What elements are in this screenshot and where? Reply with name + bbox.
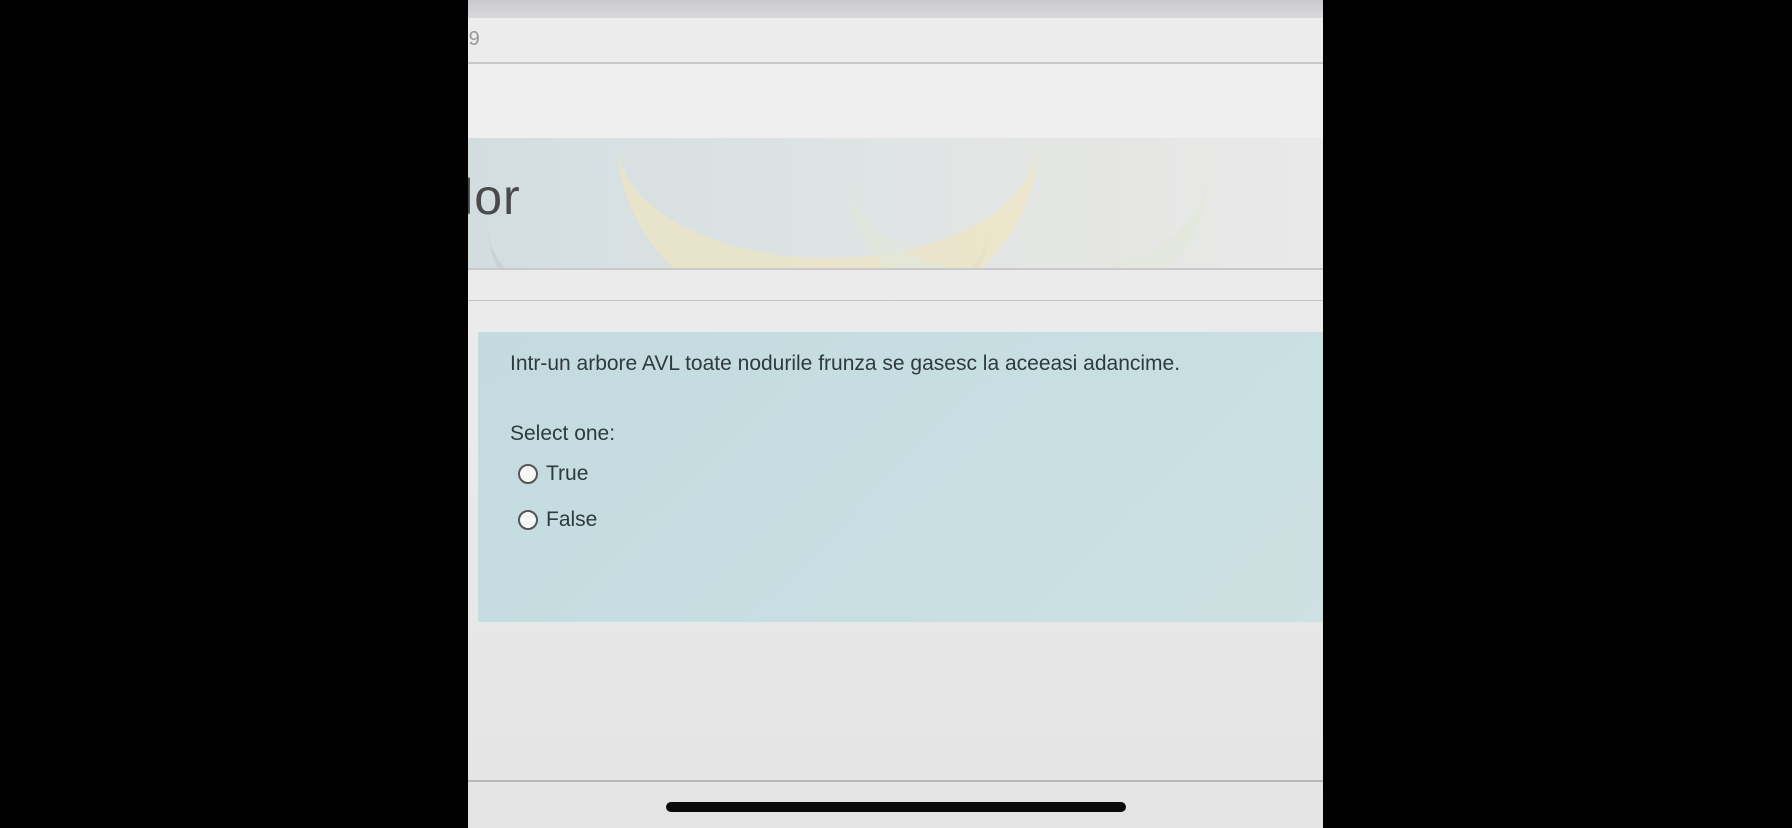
screen-photo: -9 ilor Intr-un arbore AVL toate noduril… [468,0,1323,828]
bottom-divider [468,780,1323,782]
top-bar: -9 [468,18,1323,64]
home-indicator[interactable] [666,802,1126,812]
select-one-label: Select one: [510,422,616,445]
page-title: ilor [468,169,521,225]
banner-decoration [848,138,1208,268]
divider-bar [468,270,1323,301]
option-false-label: False [546,508,598,531]
option-true[interactable]: True [518,462,588,486]
radio-false[interactable] [518,510,538,530]
header-banner: ilor [468,138,1323,270]
nav-area [468,64,1323,138]
option-false[interactable]: False [518,508,597,532]
browser-top-strip [468,0,1323,18]
option-true-label: True [546,462,589,485]
question-text: Intr-un arbore AVL toate nodurile frunza… [510,352,1181,375]
radio-true[interactable] [518,464,538,484]
top-bar-text: -9 [468,28,480,50]
question-box: Intr-un arbore AVL toate nodurile frunza… [478,332,1323,622]
